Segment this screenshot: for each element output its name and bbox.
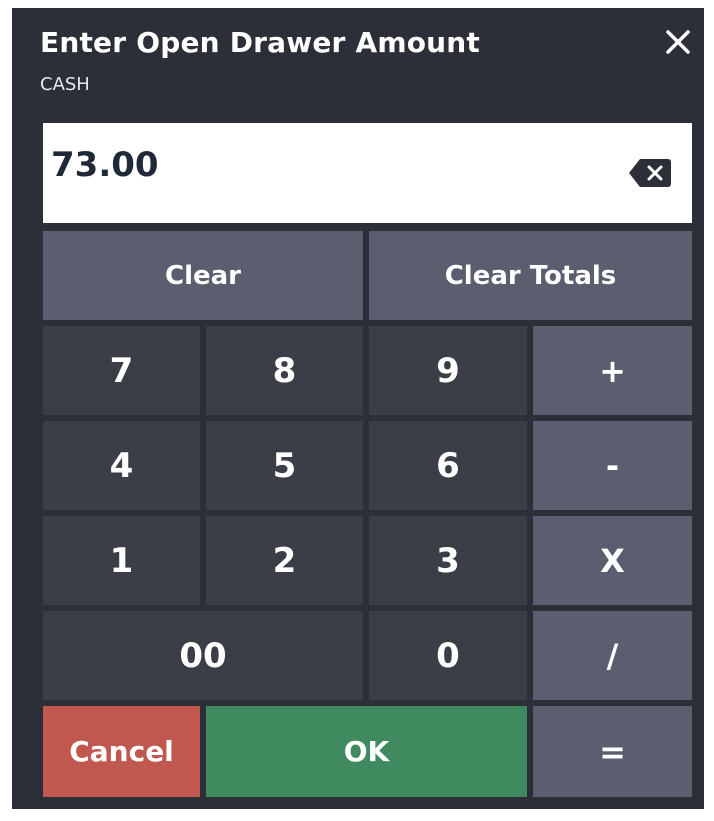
key-00[interactable]: 00: [43, 611, 363, 700]
dialog-subtitle: CASH: [40, 74, 90, 95]
close-icon: [666, 30, 690, 54]
key-6[interactable]: 6: [369, 421, 527, 510]
clear-button[interactable]: Clear: [43, 231, 363, 320]
key-4[interactable]: 4: [43, 421, 200, 510]
plus-button[interactable]: +: [533, 326, 692, 415]
cancel-button[interactable]: Cancel: [43, 706, 200, 797]
clear-totals-button[interactable]: Clear Totals: [369, 231, 692, 320]
key-2[interactable]: 2: [206, 516, 363, 605]
key-1[interactable]: 1: [43, 516, 200, 605]
minus-button[interactable]: -: [533, 421, 692, 510]
key-9[interactable]: 9: [369, 326, 527, 415]
key-8[interactable]: 8: [206, 326, 363, 415]
divide-button[interactable]: /: [533, 611, 692, 700]
open-drawer-dialog: Enter Open Drawer Amount CASH 73.00 Clea…: [12, 8, 704, 809]
backspace-icon[interactable]: [628, 157, 672, 189]
amount-value: 73.00: [51, 145, 159, 185]
equals-button[interactable]: =: [533, 706, 692, 797]
dialog-title: Enter Open Drawer Amount: [40, 26, 481, 59]
key-7[interactable]: 7: [43, 326, 200, 415]
amount-display: 73.00: [43, 123, 692, 223]
key-3[interactable]: 3: [369, 516, 527, 605]
ok-button[interactable]: OK: [206, 706, 527, 797]
multiply-button[interactable]: X: [533, 516, 692, 605]
close-button[interactable]: [660, 24, 696, 60]
key-0[interactable]: 0: [369, 611, 527, 700]
key-5[interactable]: 5: [206, 421, 363, 510]
